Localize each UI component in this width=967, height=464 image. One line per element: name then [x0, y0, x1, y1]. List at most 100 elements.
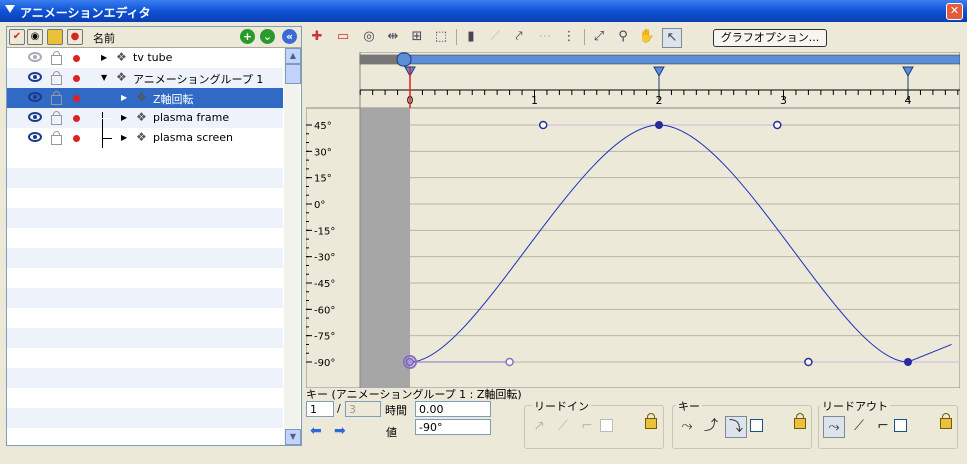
key-lock-icon[interactable]: [794, 413, 806, 429]
keyframe-point[interactable]: [904, 358, 912, 366]
empty-row: [7, 148, 283, 168]
item-label: アニメーショングループ 1: [133, 73, 264, 86]
lock-icon[interactable]: [51, 51, 62, 65]
close-button[interactable]: ✕: [946, 3, 963, 20]
lead-out-smooth-icon[interactable]: ⤳: [823, 416, 845, 438]
lead-in-lock-icon[interactable]: [645, 413, 657, 429]
collapse-button[interactable]: «: [282, 29, 297, 44]
add-curve-icon[interactable]: ⤢: [590, 28, 608, 46]
list-item[interactable]: ▶ ❖ plasma frame: [7, 108, 283, 128]
move-down-button[interactable]: ⌄: [260, 29, 275, 44]
tangent-handle[interactable]: [773, 120, 782, 130]
playhead-handle[interactable]: [396, 52, 412, 67]
toolbar-separator: [584, 29, 585, 45]
range-bar[interactable]: [359, 54, 960, 65]
key-smooth-icon[interactable]: ⤳: [677, 416, 697, 436]
link-icon[interactable]: ⟋: [486, 28, 504, 46]
record-icon[interactable]: [73, 135, 80, 142]
tangent-handle[interactable]: [538, 120, 548, 130]
list-scrollbar[interactable]: ▲ ▼: [284, 48, 301, 445]
keyframe-point[interactable]: [406, 358, 414, 366]
select-key-icon[interactable]: ⬚: [432, 28, 450, 46]
time-field[interactable]: 0.00: [415, 401, 491, 417]
expand-icon[interactable]: ▶: [121, 113, 127, 122]
empty-row: [7, 388, 283, 408]
plot-area[interactable]: [359, 107, 960, 388]
visibility-icon[interactable]: [28, 132, 42, 142]
empty-row: [7, 288, 283, 308]
visibility-header-icon[interactable]: ◉: [27, 29, 43, 45]
key-index-field[interactable]: 1: [306, 401, 334, 417]
trash-icon[interactable]: ▮: [462, 28, 480, 46]
curve-graph[interactable]: 01234 45°30°15°0°-15°-30°-45°-60°-75°-90…: [306, 52, 960, 388]
tangent-handle[interactable]: [804, 357, 813, 367]
item-label: Z軸回転: [153, 93, 194, 106]
key-auto-icon[interactable]: ⤵: [725, 416, 747, 438]
key-bezier-icon[interactable]: ⤴: [701, 416, 721, 436]
empty-row: [7, 328, 283, 348]
lead-in-step-icon[interactable]: ⌐: [577, 416, 597, 436]
list-item[interactable]: ▼ ❖ アニメーショングループ 1: [7, 68, 283, 88]
node-icon[interactable]: ⤤: [510, 28, 528, 46]
next-key-icon[interactable]: ➡: [334, 424, 350, 438]
record-icon[interactable]: [73, 55, 80, 62]
lead-out-step-icon[interactable]: ⌐: [873, 416, 893, 436]
item-label: tv tube: [133, 51, 173, 64]
lead-in-checkbox[interactable]: [600, 419, 613, 432]
pointer-icon[interactable]: ↖: [662, 28, 682, 48]
value-field[interactable]: -90°: [415, 419, 491, 435]
lead-out-linear-icon[interactable]: ⟋: [849, 416, 869, 436]
prev-key-icon[interactable]: ⬅: [310, 424, 326, 438]
info-icon[interactable]: ⋮: [560, 28, 578, 46]
graph-options-button[interactable]: グラフオプション...: [713, 29, 827, 47]
lead-out-checkbox[interactable]: [894, 419, 907, 432]
expand-icon[interactable]: ▶: [121, 133, 127, 142]
lead-in-smooth-icon[interactable]: ↗: [529, 416, 549, 436]
lock-icon[interactable]: [51, 111, 62, 125]
lock-icon[interactable]: [51, 91, 62, 105]
list-item[interactable]: ▶ ❖ Z軸回転: [7, 88, 283, 108]
fit-width-icon[interactable]: ⇹: [384, 28, 402, 46]
scroll-down-icon[interactable]: ▼: [285, 429, 301, 445]
list-item[interactable]: ▶ ❖ tv tube: [7, 48, 283, 68]
fit-all-icon[interactable]: ⊞: [408, 28, 426, 46]
x-tick-label: 3: [780, 94, 787, 107]
lock-icon[interactable]: [51, 71, 62, 85]
add-key-icon[interactable]: ✚: [308, 28, 326, 46]
dotted-icon[interactable]: ⋯: [536, 28, 554, 46]
empty-row: [7, 228, 283, 248]
visibility-icon[interactable]: [28, 112, 42, 122]
tangent-handle[interactable]: [505, 357, 514, 367]
scroll-thumb[interactable]: [285, 64, 301, 84]
window-title: アニメーションエディタ: [20, 6, 151, 20]
check-all-icon[interactable]: ✔: [9, 29, 25, 45]
empty-row: [7, 308, 283, 328]
zoom-icon[interactable]: ⚲: [614, 28, 632, 46]
expand-icon[interactable]: ▶: [121, 93, 127, 102]
hand-icon[interactable]: ✋: [638, 28, 656, 46]
visibility-icon[interactable]: [28, 72, 42, 82]
key-panel: キー (アニメーショングループ 1 : Z軸回転) 1 / 3 時間 0.00 …: [306, 388, 960, 458]
group-icon: ❖: [116, 70, 127, 84]
visibility-icon[interactable]: [28, 52, 42, 62]
record-icon[interactable]: [73, 95, 80, 102]
window-menu-icon[interactable]: [5, 5, 15, 13]
lead-out-lock-icon[interactable]: [940, 413, 952, 429]
key-checkbox[interactable]: [750, 419, 763, 432]
add-item-button[interactable]: +: [240, 29, 255, 44]
expand-icon[interactable]: ▶: [101, 53, 107, 62]
eye-icon[interactable]: ◎: [360, 28, 378, 46]
delete-key-icon[interactable]: ▭: [334, 28, 352, 46]
record-icon[interactable]: [73, 75, 80, 82]
keyframe-point[interactable]: [655, 121, 663, 129]
scroll-up-icon[interactable]: ▲: [285, 48, 301, 64]
record-icon[interactable]: [73, 115, 80, 122]
expand-icon[interactable]: ▼: [101, 73, 107, 82]
lock-icon[interactable]: [51, 131, 62, 145]
graph-toolbar: ✚ ▭ ◎ ⇹ ⊞ ⬚ ▮ ⟋ ⤤ ⋯ ⋮ ⤢ ⚲ ✋ ↖ グラフオプション..…: [308, 27, 958, 49]
record-header-icon[interactable]: ●: [67, 29, 83, 45]
lock-header-icon[interactable]: [47, 29, 63, 45]
visibility-icon[interactable]: [28, 92, 42, 102]
list-item[interactable]: ▶ ❖ plasma screen: [7, 128, 283, 148]
lead-in-linear-icon[interactable]: ⟋: [553, 416, 573, 436]
